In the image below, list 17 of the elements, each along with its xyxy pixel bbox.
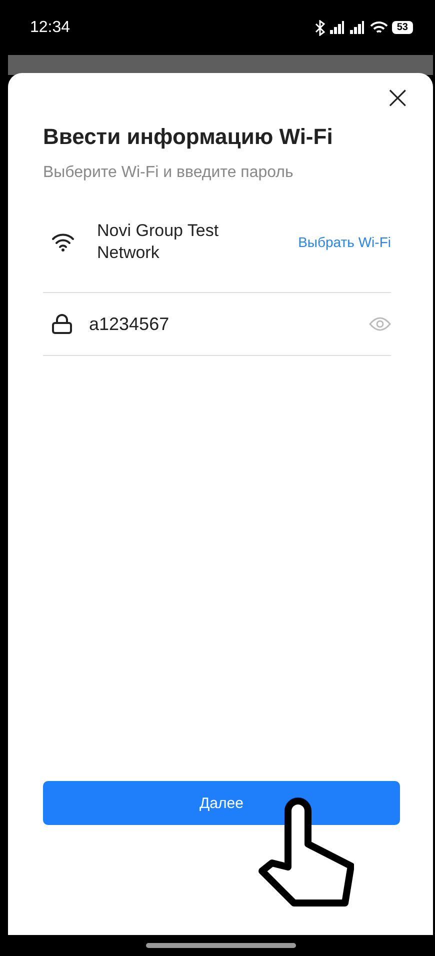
home-indicator[interactable] bbox=[146, 943, 296, 948]
choose-wifi-link[interactable]: Выбрать Wi-Fi bbox=[298, 234, 391, 250]
battery-indicator: 53 bbox=[392, 21, 413, 34]
signal-icon bbox=[330, 21, 346, 34]
network-name: Novi Group Test Network bbox=[97, 220, 220, 264]
status-time: 12:34 bbox=[30, 18, 70, 36]
bluetooth-icon bbox=[314, 20, 326, 36]
hand-pointer-icon bbox=[258, 797, 354, 907]
close-button[interactable]: × bbox=[380, 81, 415, 113]
eye-icon[interactable] bbox=[369, 317, 391, 331]
wifi-icon bbox=[51, 232, 75, 252]
wifi-icon bbox=[370, 20, 388, 34]
next-button[interactable]: Далее bbox=[43, 781, 400, 825]
dialog-subtitle: Выберите Wi-Fi и введите пароль bbox=[43, 164, 294, 182]
dialog-title: Ввести информацию Wi-Fi bbox=[43, 124, 334, 150]
signal-icon bbox=[350, 21, 366, 34]
lock-icon bbox=[51, 313, 73, 335]
